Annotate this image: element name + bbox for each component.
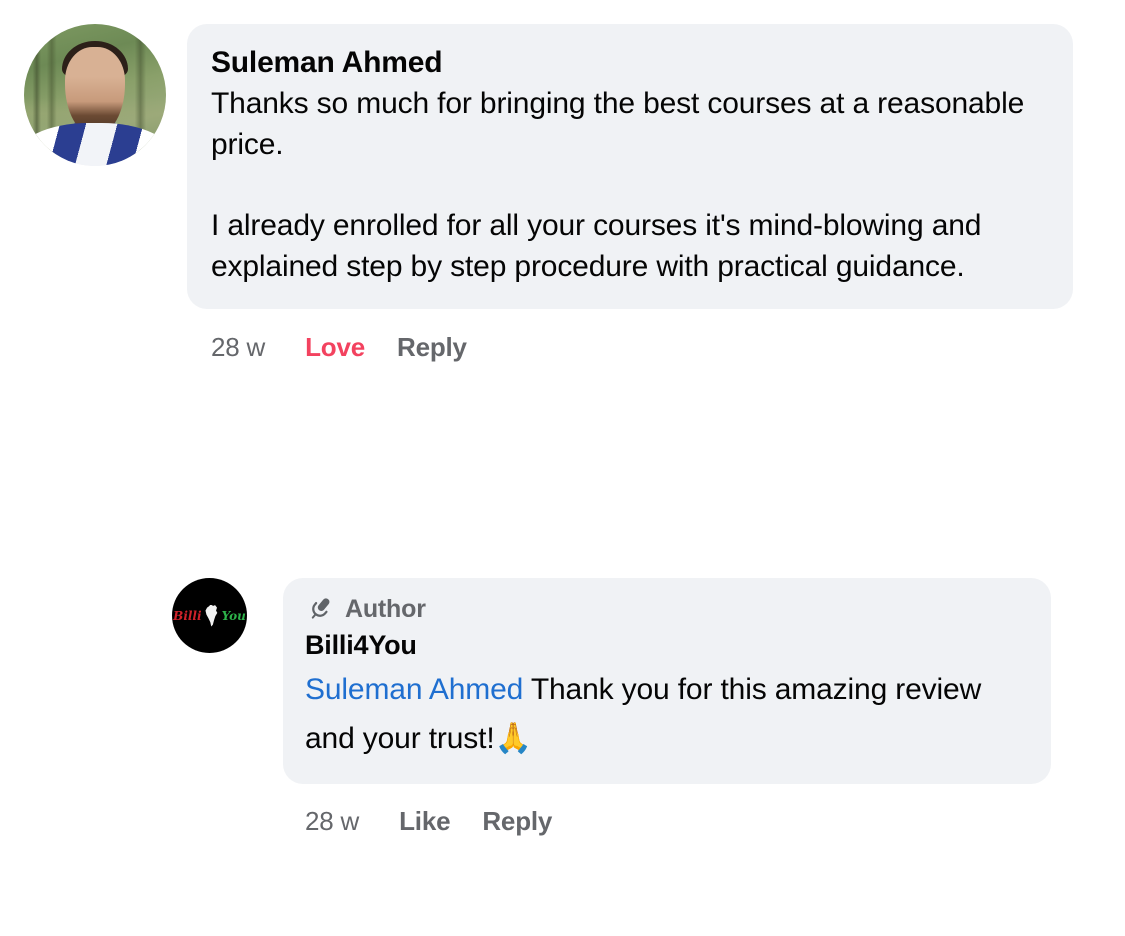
- comment-author-name[interactable]: Suleman Ahmed: [211, 43, 1049, 83]
- comment-reaction-button[interactable]: Love: [305, 332, 365, 363]
- comment-timestamp: 28 w: [211, 331, 266, 362]
- avatar[interactable]: [24, 24, 166, 166]
- author-badge: Author: [305, 594, 1027, 624]
- comment-bubble: Suleman Ahmed Thanks so much for bringin…: [187, 24, 1073, 309]
- reply-text: Suleman Ahmed Thank you for this amazing…: [305, 666, 1027, 763]
- reply-item: Billi You Author Billi4You Suleman Ahmed…: [172, 578, 1102, 837]
- reply-bubble: Author Billi4You Suleman Ahmed Thank you…: [283, 578, 1051, 784]
- reply-reply-button[interactable]: Reply: [482, 806, 552, 837]
- india-map-icon: [205, 604, 218, 627]
- comment-thread: Suleman Ahmed Thanks so much for bringin…: [0, 0, 1125, 936]
- comment-paragraph-1: Thanks so much for bringing the best cou…: [211, 86, 1033, 161]
- logo-text-left: Billi: [173, 608, 202, 623]
- comment-paragraph-2: I already enrolled for all your courses …: [211, 208, 990, 283]
- reply-like-button[interactable]: Like: [399, 806, 450, 837]
- reply-body: Author Billi4You Suleman Ahmed Thank you…: [283, 578, 1102, 837]
- reply-author-name[interactable]: Billi4You: [305, 626, 1027, 664]
- logo-text-right: You: [221, 608, 246, 623]
- author-badge-label: Author: [345, 595, 426, 623]
- reply-timestamp: 28 w: [305, 805, 360, 836]
- reply-actions: 28 w Like Reply 1: [305, 806, 1125, 837]
- microphone-icon: [305, 594, 335, 624]
- comment-item: Suleman Ahmed Thanks so much for bringin…: [24, 24, 1102, 363]
- comment-actions: 28 w Love Reply 2: [211, 332, 1125, 363]
- billi4you-logo-icon: Billi You: [172, 578, 247, 653]
- folded-hands-emoji: 🙏: [494, 720, 532, 756]
- comment-reply-button[interactable]: Reply: [397, 332, 467, 363]
- avatar-photo-face: [65, 46, 125, 135]
- mention-link[interactable]: Suleman Ahmed: [305, 673, 523, 706]
- avatar[interactable]: Billi You: [172, 578, 247, 653]
- comment-body: Suleman Ahmed Thanks so much for bringin…: [187, 24, 1102, 363]
